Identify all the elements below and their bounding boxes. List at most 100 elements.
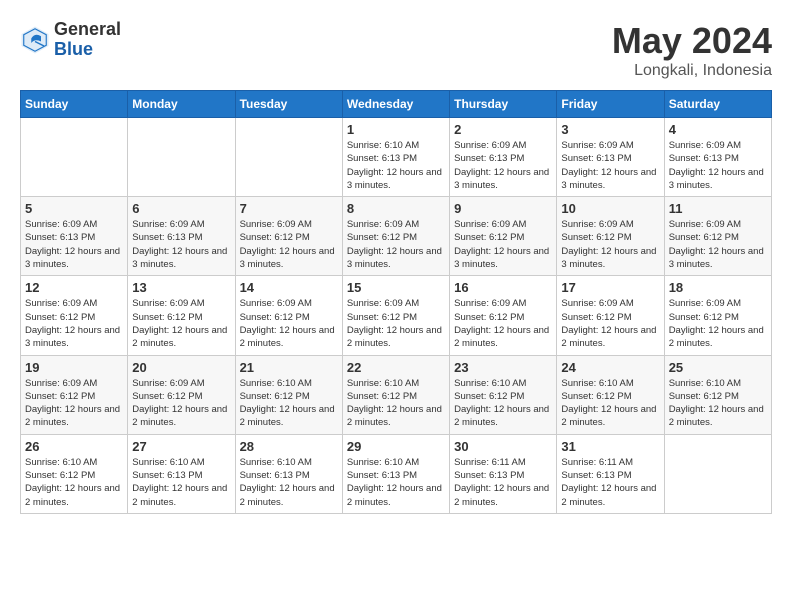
- calendar-cell: 25 Sunrise: 6:10 AM Sunset: 6:12 PM Dayli…: [664, 355, 771, 434]
- day-number: 5: [25, 201, 123, 216]
- day-info: Sunrise: 6:09 AM Sunset: 6:13 PM Dayligh…: [132, 218, 230, 271]
- calendar-cell: 30 Sunrise: 6:11 AM Sunset: 6:13 PM Dayli…: [450, 434, 557, 513]
- day-number: 22: [347, 360, 445, 375]
- calendar-table: SundayMondayTuesdayWednesdayThursdayFrid…: [20, 90, 772, 514]
- logo-general: General: [54, 20, 121, 40]
- weekday-header-row: SundayMondayTuesdayWednesdayThursdayFrid…: [21, 91, 772, 118]
- calendar-week-row: 19 Sunrise: 6:09 AM Sunset: 6:12 PM Dayli…: [21, 355, 772, 434]
- calendar-cell: 16 Sunrise: 6:09 AM Sunset: 6:12 PM Dayli…: [450, 276, 557, 355]
- calendar-cell: 4Sunrise: 6:09 AM Sunset: 6:13 PM Daylig…: [664, 118, 771, 197]
- day-number: 10: [561, 201, 659, 216]
- day-info: Sunrise: 6:09 AM Sunset: 6:12 PM Dayligh…: [132, 297, 230, 350]
- calendar-cell: 10 Sunrise: 6:09 AM Sunset: 6:12 PM Dayli…: [557, 197, 664, 276]
- day-number: 9: [454, 201, 552, 216]
- day-number: 11: [669, 201, 767, 216]
- calendar-week-row: 26 Sunrise: 6:10 AM Sunset: 6:12 PM Dayli…: [21, 434, 772, 513]
- day-number: 27: [132, 439, 230, 454]
- weekday-header: Friday: [557, 91, 664, 118]
- day-info: Sunrise: 6:11 AM Sunset: 6:13 PM Dayligh…: [561, 456, 659, 509]
- calendar-cell: 9 Sunrise: 6:09 AM Sunset: 6:12 PM Daylig…: [450, 197, 557, 276]
- day-info: Sunrise: 6:09 AM Sunset: 6:12 PM Dayligh…: [347, 297, 445, 350]
- calendar-cell: 15Sunrise: 6:09 AM Sunset: 6:12 PM Dayli…: [342, 276, 449, 355]
- day-number: 4: [669, 122, 767, 137]
- day-info: Sunrise: 6:09 AM Sunset: 6:13 PM Dayligh…: [25, 218, 123, 271]
- month-title: May 2024: [612, 20, 772, 62]
- day-info: Sunrise: 6:09 AM Sunset: 6:12 PM Dayligh…: [669, 297, 767, 350]
- day-number: 18: [669, 280, 767, 295]
- calendar-cell: 8 Sunrise: 6:09 AM Sunset: 6:12 PM Daylig…: [342, 197, 449, 276]
- calendar-week-row: 1Sunrise: 6:10 AM Sunset: 6:13 PM Daylig…: [21, 118, 772, 197]
- day-number: 13: [132, 280, 230, 295]
- calendar-cell: 14 Sunrise: 6:09 AM Sunset: 6:12 PM Dayli…: [235, 276, 342, 355]
- day-info: Sunrise: 6:09 AM Sunset: 6:12 PM Dayligh…: [25, 377, 123, 430]
- day-info: Sunrise: 6:09 AM Sunset: 6:12 PM Dayligh…: [132, 377, 230, 430]
- day-number: 26: [25, 439, 123, 454]
- day-number: 23: [454, 360, 552, 375]
- calendar-cell: 18 Sunrise: 6:09 AM Sunset: 6:12 PM Dayli…: [664, 276, 771, 355]
- day-number: 2: [454, 122, 552, 137]
- day-info: Sunrise: 6:10 AM Sunset: 6:12 PM Dayligh…: [669, 377, 767, 430]
- calendar-cell: 7Sunrise: 6:09 AM Sunset: 6:12 PM Daylig…: [235, 197, 342, 276]
- day-info: Sunrise: 6:09 AM Sunset: 6:12 PM Dayligh…: [561, 297, 659, 350]
- day-number: 8: [347, 201, 445, 216]
- day-info: Sunrise: 6:10 AM Sunset: 6:13 PM Dayligh…: [347, 456, 445, 509]
- day-number: 1: [347, 122, 445, 137]
- day-number: 16: [454, 280, 552, 295]
- day-info: Sunrise: 6:10 AM Sunset: 6:12 PM Dayligh…: [454, 377, 552, 430]
- location: Longkali, Indonesia: [612, 62, 772, 80]
- calendar-cell: 31 Sunrise: 6:11 AM Sunset: 6:13 PM Dayli…: [557, 434, 664, 513]
- day-number: 19: [25, 360, 123, 375]
- day-number: 12: [25, 280, 123, 295]
- logo-blue: Blue: [54, 40, 121, 60]
- title-block: May 2024 Longkali, Indonesia: [612, 20, 772, 80]
- day-info: Sunrise: 6:09 AM Sunset: 6:12 PM Dayligh…: [454, 218, 552, 271]
- day-info: Sunrise: 6:10 AM Sunset: 6:13 PM Dayligh…: [240, 456, 338, 509]
- day-number: 21: [240, 360, 338, 375]
- calendar-cell: 20 Sunrise: 6:09 AM Sunset: 6:12 PM Dayli…: [128, 355, 235, 434]
- day-info: Sunrise: 6:10 AM Sunset: 6:12 PM Dayligh…: [25, 456, 123, 509]
- calendar-week-row: 12 Sunrise: 6:09 AM Sunset: 6:12 PM Dayli…: [21, 276, 772, 355]
- calendar-cell: [235, 118, 342, 197]
- calendar-cell: 27 Sunrise: 6:10 AM Sunset: 6:13 PM Dayli…: [128, 434, 235, 513]
- weekday-header: Wednesday: [342, 91, 449, 118]
- calendar-cell: 28 Sunrise: 6:10 AM Sunset: 6:13 PM Dayli…: [235, 434, 342, 513]
- day-number: 3: [561, 122, 659, 137]
- calendar-cell: 24 Sunrise: 6:10 AM Sunset: 6:12 PM Dayli…: [557, 355, 664, 434]
- day-info: Sunrise: 6:09 AM Sunset: 6:12 PM Dayligh…: [454, 297, 552, 350]
- weekday-header: Thursday: [450, 91, 557, 118]
- day-number: 20: [132, 360, 230, 375]
- calendar-cell: [664, 434, 771, 513]
- day-info: Sunrise: 6:10 AM Sunset: 6:12 PM Dayligh…: [561, 377, 659, 430]
- calendar-cell: 19 Sunrise: 6:09 AM Sunset: 6:12 PM Dayli…: [21, 355, 128, 434]
- weekday-header: Monday: [128, 91, 235, 118]
- calendar-cell: 1Sunrise: 6:10 AM Sunset: 6:13 PM Daylig…: [342, 118, 449, 197]
- day-info: Sunrise: 6:09 AM Sunset: 6:12 PM Dayligh…: [240, 297, 338, 350]
- day-number: 28: [240, 439, 338, 454]
- day-info: Sunrise: 6:09 AM Sunset: 6:12 PM Dayligh…: [669, 218, 767, 271]
- day-info: Sunrise: 6:10 AM Sunset: 6:13 PM Dayligh…: [132, 456, 230, 509]
- day-number: 6: [132, 201, 230, 216]
- day-number: 14: [240, 280, 338, 295]
- day-info: Sunrise: 6:09 AM Sunset: 6:12 PM Dayligh…: [25, 297, 123, 350]
- calendar-cell: 22Sunrise: 6:10 AM Sunset: 6:12 PM Dayli…: [342, 355, 449, 434]
- day-number: 24: [561, 360, 659, 375]
- weekday-header: Sunday: [21, 91, 128, 118]
- day-info: Sunrise: 6:10 AM Sunset: 6:12 PM Dayligh…: [240, 377, 338, 430]
- calendar-cell: 2 Sunrise: 6:09 AM Sunset: 6:13 PM Daylig…: [450, 118, 557, 197]
- calendar-cell: [21, 118, 128, 197]
- calendar-week-row: 5 Sunrise: 6:09 AM Sunset: 6:13 PM Daylig…: [21, 197, 772, 276]
- day-info: Sunrise: 6:09 AM Sunset: 6:12 PM Dayligh…: [561, 218, 659, 271]
- logo-icon: [20, 25, 50, 55]
- day-number: 17: [561, 280, 659, 295]
- calendar-cell: 11 Sunrise: 6:09 AM Sunset: 6:12 PM Dayli…: [664, 197, 771, 276]
- day-number: 30: [454, 439, 552, 454]
- day-number: 25: [669, 360, 767, 375]
- page-header: General Blue May 2024 Longkali, Indonesi…: [20, 20, 772, 80]
- day-info: Sunrise: 6:09 AM Sunset: 6:13 PM Dayligh…: [454, 139, 552, 192]
- logo-text: General Blue: [54, 20, 121, 60]
- day-number: 7: [240, 201, 338, 216]
- day-number: 31: [561, 439, 659, 454]
- logo: General Blue: [20, 20, 121, 60]
- day-info: Sunrise: 6:11 AM Sunset: 6:13 PM Dayligh…: [454, 456, 552, 509]
- day-info: Sunrise: 6:09 AM Sunset: 6:12 PM Dayligh…: [347, 218, 445, 271]
